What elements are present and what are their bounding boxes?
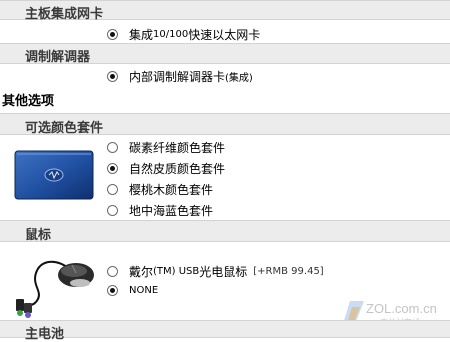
mouse-option-none[interactable]: NONE [107, 285, 158, 296]
section-title: 鼠标 [25, 228, 52, 243]
radio-button[interactable] [107, 71, 118, 82]
color-option-blue[interactable]: 地中海蓝色套件 [107, 202, 213, 219]
radio-button[interactable] [107, 184, 118, 195]
section-title: 主电池 [25, 327, 65, 342]
laptop-lid-image [14, 150, 94, 200]
radio-button[interactable] [107, 285, 118, 296]
section-header-color-kit: 可选颜色套件 [0, 113, 450, 136]
section-title: 调制解调器 [25, 50, 91, 65]
section-header-mouse: 鼠标 [0, 220, 450, 243]
section-header-modem: 调制解调器 [0, 43, 450, 65]
section-title: 主板集成网卡 [25, 7, 104, 22]
radio-button[interactable] [107, 142, 118, 153]
watermark-brand: ZOL.com.cn [366, 301, 437, 316]
radio-button[interactable] [107, 205, 118, 216]
color-option-carbon[interactable]: 碳素纤维颜色套件 [107, 139, 225, 156]
section-header-battery: 主电池 [0, 320, 450, 342]
section-header-nic: 主板集成网卡 [0, 0, 450, 22]
nic-option[interactable]: 集成 10/100 快速以太网卡 [107, 26, 260, 43]
price-text: [+RMB 99.45] [253, 266, 324, 277]
section-header-other: 其他选项 [2, 94, 55, 109]
radio-button[interactable] [107, 163, 118, 174]
section-title: 可选颜色套件 [25, 121, 104, 136]
modem-option[interactable]: 内部调制解调器卡 (集成) [107, 68, 253, 85]
mouse-option-dell-usb[interactable]: 戴尔 (TM) USB 光电鼠标 [+RMB 99.45] [107, 263, 324, 280]
mouse-image [16, 260, 94, 318]
radio-button[interactable] [107, 29, 118, 40]
radio-button[interactable] [107, 266, 118, 277]
color-option-cherry[interactable]: 樱桃木颜色套件 [107, 181, 213, 198]
color-option-leather[interactable]: 自然皮质颜色套件 [107, 160, 225, 177]
